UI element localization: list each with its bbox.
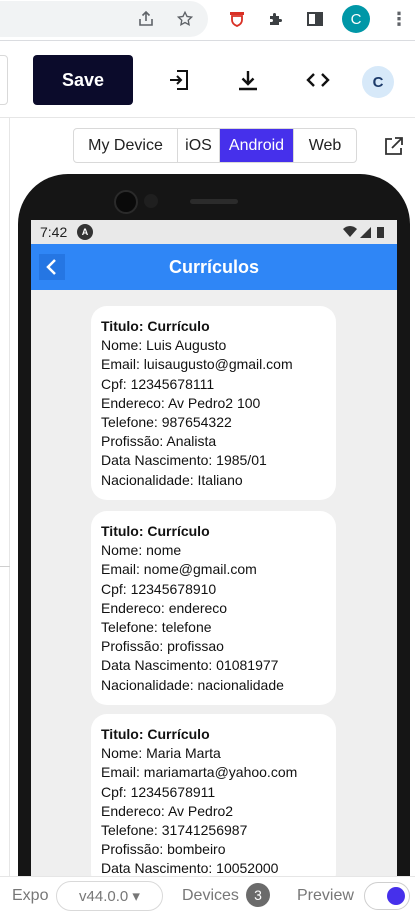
card-nascimento: Data Nascimento: 01081977: [101, 657, 279, 674]
card-telefone: Telefone: 987654322: [101, 414, 232, 431]
status-time: 7:42: [40, 224, 68, 240]
extensions-puzzle-icon[interactable]: [265, 8, 287, 30]
card-endereco: Endereco: Av Pedro2: [101, 802, 234, 819]
card-nascimento: Data Nascimento: 1985/01: [101, 452, 267, 469]
editor-toolbar: Save C: [0, 41, 415, 118]
sdk-version-select[interactable]: v44.0.0 ▾: [56, 881, 163, 911]
wifi-signal-battery-icon: [343, 226, 384, 238]
card-profissao: Profissão: Analista: [101, 433, 217, 450]
preview-toggle[interactable]: [364, 882, 410, 910]
browser-menu-icon[interactable]: ⋮: [390, 8, 408, 30]
platform-tab-android[interactable]: Android: [220, 129, 294, 162]
divider: [0, 566, 10, 567]
toggle-knob: [387, 887, 405, 905]
side-panel-icon[interactable]: [304, 8, 326, 30]
expo-label: Expo: [12, 887, 49, 904]
platform-tab-web[interactable]: Web: [294, 129, 356, 162]
devices-button[interactable]: Devices: [182, 887, 239, 905]
curriculo-card[interactable]: Titulo: Currículo Nome: Maria Marta Emai…: [91, 714, 336, 889]
curriculo-card[interactable]: Titulo: Currículo Nome: Luis Augusto Ema…: [91, 306, 336, 500]
platform-selector: My Device iOS Android Web: [73, 128, 357, 163]
android-status-bar: 7:42 A: [31, 220, 397, 244]
card-endereco: Endereco: Av Pedro2 100: [101, 394, 261, 411]
card-nacionalidade: Nacionalidade: Italiano: [101, 471, 243, 488]
app-header: Currículos: [31, 244, 397, 290]
device-screen: 7:42 A Currículos Titulo: Currículo Nome…: [31, 220, 397, 917]
card-nome: Nome: nome: [101, 542, 182, 559]
save-button[interactable]: Save: [33, 55, 133, 105]
notification-badge: A: [77, 224, 93, 240]
card-cpf: Cpf: 12345678911: [101, 783, 216, 800]
card-title: Titulo: Currículo: [101, 726, 210, 742]
card-title: Titulo: Currículo: [101, 318, 210, 334]
editor-footer: Expo v44.0.0 ▾ Devices 3 Preview: [0, 876, 415, 917]
bookmark-star-icon[interactable]: [174, 8, 196, 30]
user-avatar[interactable]: C: [362, 66, 394, 98]
sensor-icon: [144, 194, 158, 208]
card-profissao: Profissão: bombeiro: [101, 841, 226, 858]
extension-shield-icon[interactable]: [226, 8, 248, 30]
camera-icon: [114, 190, 138, 214]
card-email: Email: nome@gmail.com: [101, 561, 257, 578]
share-icon[interactable]: [135, 8, 157, 30]
card-profissao: Profissão: profissao: [101, 638, 224, 655]
devices-count-badge: 3: [246, 883, 270, 907]
platform-tab-my-device[interactable]: My Device: [74, 129, 178, 162]
open-external-icon[interactable]: [383, 135, 405, 157]
card-nome: Nome: Maria Marta: [101, 745, 221, 762]
card-endereco: Endereco: endereco: [101, 599, 228, 616]
card-email: Email: luisaugusto@gmail.com: [101, 356, 293, 373]
card-telefone: Telefone: 31741256987: [101, 822, 248, 839]
download-icon[interactable]: [233, 65, 263, 95]
preview-label: Preview: [297, 887, 354, 904]
platform-tab-ios[interactable]: iOS: [178, 129, 220, 162]
login-icon[interactable]: [164, 65, 194, 95]
curriculo-card[interactable]: Titulo: Currículo Nome: nome Email: nome…: [91, 511, 336, 705]
card-nome: Nome: Luis Augusto: [101, 337, 227, 354]
project-name-field[interactable]: [0, 55, 8, 105]
card-cpf: Cpf: 12345678910: [101, 580, 217, 597]
browser-toolbar: C ⋮: [0, 0, 415, 40]
card-nacionalidade: Nacionalidade: nacionalidade: [101, 676, 284, 693]
card-title: Titulo: Currículo: [101, 523, 210, 539]
embed-code-icon[interactable]: [303, 65, 333, 95]
editor-panel-edge: [0, 118, 10, 878]
device-frame: 7:42 A Currículos Titulo: Currículo Nome…: [18, 174, 410, 917]
card-telefone: Telefone: telefone: [101, 619, 212, 636]
card-email: Email: mariamarta@yahoo.com: [101, 764, 298, 781]
card-cpf: Cpf: 12345678111: [101, 375, 215, 392]
speaker-icon: [190, 199, 238, 204]
profile-avatar[interactable]: C: [342, 5, 370, 33]
app-title: Currículos: [168, 257, 260, 277]
snack-editor-window: C ⋮ Save C My Device iOS Android Web 7:4…: [0, 0, 415, 917]
